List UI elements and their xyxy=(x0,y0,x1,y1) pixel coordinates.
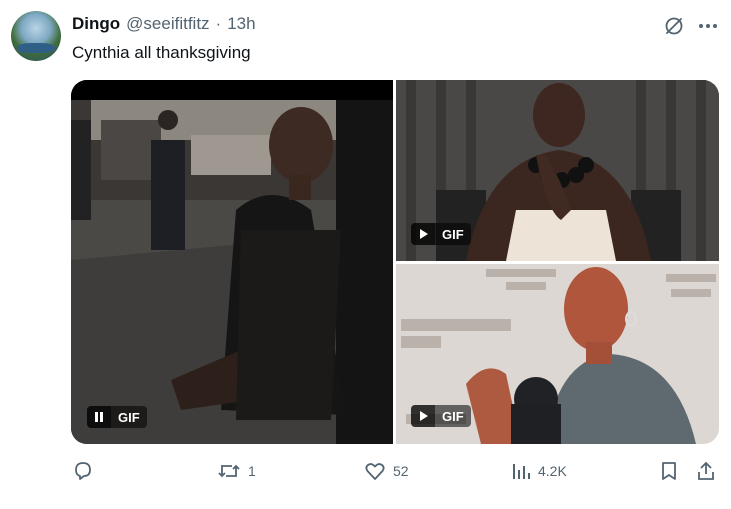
gif-street-image xyxy=(71,80,393,444)
gif-press[interactable]: GIF xyxy=(396,264,719,444)
views-icon xyxy=(511,460,531,482)
timestamp[interactable]: 13h xyxy=(227,14,255,34)
share-button[interactable] xyxy=(695,460,717,482)
views-count: 4.2K xyxy=(538,463,567,479)
author-handle[interactable]: @seeifitfitz xyxy=(126,14,209,34)
pause-icon[interactable] xyxy=(87,406,111,428)
retweet-icon xyxy=(217,460,241,482)
gif-label: GIF xyxy=(111,406,147,428)
like-button[interactable]: 52 xyxy=(364,460,409,482)
tweet[interactable]: Dingo @seeifitfitz · 13h Cynthia all tha… xyxy=(0,0,731,509)
views-button[interactable]: 4.2K xyxy=(511,460,567,482)
gif-label: GIF xyxy=(435,223,471,245)
grok-icon[interactable] xyxy=(663,15,685,37)
reply-button[interactable] xyxy=(72,460,101,482)
more-options-icon[interactable] xyxy=(697,16,719,36)
tweet-header: Dingo @seeifitfitz · 13h xyxy=(72,14,256,34)
share-icon xyxy=(695,460,717,482)
tweet-text: Cynthia all thanksgiving xyxy=(72,43,251,62)
play-icon[interactable] xyxy=(411,405,435,427)
reply-icon xyxy=(72,460,94,482)
avatar[interactable] xyxy=(11,11,61,61)
gif-badge[interactable]: GIF xyxy=(87,406,147,428)
gif-badge[interactable]: GIF xyxy=(411,223,471,245)
retweet-button[interactable]: 1 xyxy=(217,460,256,482)
heart-icon xyxy=(364,460,386,482)
like-count: 52 xyxy=(393,463,409,479)
play-icon[interactable] xyxy=(411,223,435,245)
bookmark-button[interactable] xyxy=(659,460,679,482)
gif-street[interactable]: GIF xyxy=(71,80,393,444)
media-grid: GIF GIF GIF xyxy=(71,80,719,444)
bookmark-icon xyxy=(659,460,679,482)
gif-badge[interactable]: GIF xyxy=(411,405,471,427)
retweet-count: 1 xyxy=(248,463,256,479)
author-display-name[interactable]: Dingo xyxy=(72,14,120,34)
action-bar: 1 52 4.2K xyxy=(0,455,731,491)
separator-dot: · xyxy=(215,14,222,33)
gif-interview[interactable]: GIF xyxy=(396,80,719,261)
gif-label: GIF xyxy=(435,405,471,427)
